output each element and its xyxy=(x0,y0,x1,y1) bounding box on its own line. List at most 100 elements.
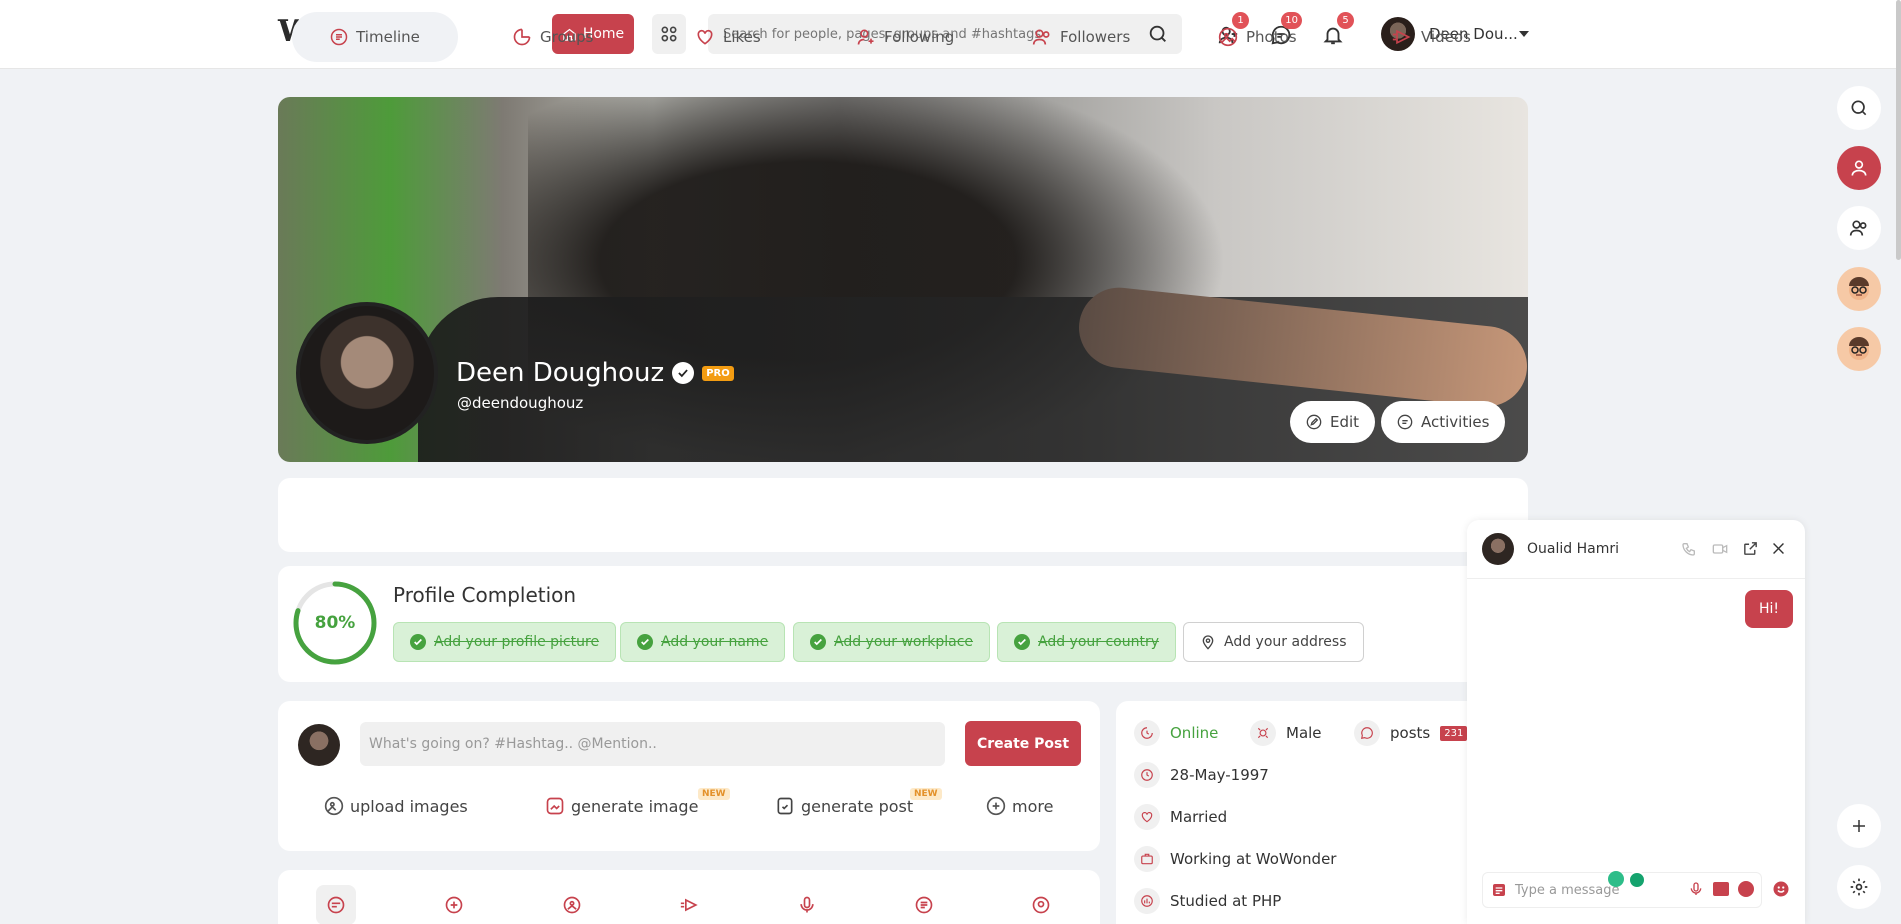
status-icon xyxy=(1134,720,1160,746)
users-icon xyxy=(1032,27,1052,47)
relationship-text: Married xyxy=(1170,808,1228,826)
emoji-helper-icon[interactable] xyxy=(1608,871,1624,887)
rail-search-button[interactable] xyxy=(1837,86,1881,130)
page-scrollbar[interactable] xyxy=(1896,0,1901,260)
tab-timeline[interactable]: Timeline xyxy=(292,12,458,62)
chat-contact-name[interactable]: Oualid Hamri xyxy=(1527,541,1619,557)
search-icon[interactable] xyxy=(1147,23,1169,45)
completion-item-country[interactable]: Add your country xyxy=(997,622,1177,662)
color-picker-icon[interactable] xyxy=(1738,881,1754,897)
chat-message-bubble: Hi! xyxy=(1745,590,1794,628)
close-icon[interactable] xyxy=(1770,540,1787,557)
filter-location-icon[interactable] xyxy=(1021,885,1061,924)
tab-label: Following xyxy=(884,28,955,46)
tab-likes[interactable]: Likes xyxy=(681,12,775,62)
work-text: Working at WoWonder xyxy=(1170,850,1337,868)
plus-circle-icon xyxy=(986,796,1006,816)
tab-groups[interactable]: Groups xyxy=(498,12,607,62)
more-button[interactable]: more xyxy=(986,796,1053,816)
chevron-down-icon[interactable] xyxy=(1519,31,1529,37)
generate-post-button[interactable]: generate post xyxy=(775,796,913,816)
tab-label: Followers xyxy=(1060,28,1131,46)
tab-followers[interactable]: Followers xyxy=(1018,12,1144,62)
info-status: Online xyxy=(1134,720,1218,746)
ai-post-icon xyxy=(775,796,795,816)
edit-button[interactable]: Edit xyxy=(1290,401,1376,443)
tab-label: Timeline xyxy=(356,28,420,46)
filter-photos-icon[interactable] xyxy=(552,885,592,924)
check-icon xyxy=(810,634,826,650)
activities-button[interactable]: Activities xyxy=(1381,401,1506,443)
completion-item-name[interactable]: Add your name xyxy=(620,622,786,662)
gif-icon[interactable] xyxy=(1713,882,1729,896)
tab-photos[interactable]: Photos xyxy=(1204,12,1311,62)
filter-text-icon[interactable] xyxy=(434,885,474,924)
completion-item-workplace[interactable]: Add your workplace xyxy=(793,622,991,662)
tab-videos[interactable]: Videos xyxy=(1377,12,1485,62)
edit-icon xyxy=(1306,414,1322,430)
tab-label: Videos xyxy=(1421,28,1471,46)
avatar-face-icon xyxy=(1844,334,1874,364)
filter-all-icon[interactable] xyxy=(316,885,356,924)
create-post-button[interactable]: Create Post xyxy=(965,721,1081,766)
chat-input-placeholder: Type a message xyxy=(1515,882,1620,898)
microphone-icon[interactable] xyxy=(1688,881,1704,897)
profile-name-row: Deen Doughouz PRO xyxy=(456,358,734,388)
profile-avatar[interactable] xyxy=(296,302,438,444)
user-icon xyxy=(1849,158,1869,178)
video-call-icon[interactable] xyxy=(1712,541,1728,557)
phone-icon[interactable] xyxy=(1681,541,1697,557)
rail-contact-avatar[interactable] xyxy=(1837,327,1881,371)
rail-settings-button[interactable] xyxy=(1837,865,1881,909)
filter-audio-icon[interactable] xyxy=(787,885,827,924)
rail-add-button[interactable] xyxy=(1837,804,1881,848)
chat-window xyxy=(1467,520,1805,924)
rail-contact-avatar[interactable] xyxy=(1837,267,1881,311)
activities-label: Activities xyxy=(1421,413,1490,431)
completion-item-label: Add your country xyxy=(1038,634,1160,650)
completion-item-address[interactable]: Add your address xyxy=(1183,622,1364,662)
completion-item-label: Add your workplace xyxy=(834,634,974,650)
action-label: upload images xyxy=(350,796,468,816)
chat-divider xyxy=(1467,578,1805,579)
upload-images-button[interactable]: upload images xyxy=(324,796,468,816)
sticker-icon xyxy=(1491,882,1507,898)
completion-item-label: Add your address xyxy=(1224,634,1347,650)
emoji-icon[interactable] xyxy=(1772,880,1790,898)
check-icon xyxy=(637,634,653,650)
action-label: generate image xyxy=(571,796,699,816)
gender-icon xyxy=(1250,720,1276,746)
filter-files-icon[interactable] xyxy=(904,885,944,924)
post-input[interactable]: What's going on? #Hashtag.. @Mention.. xyxy=(360,722,945,766)
school-icon xyxy=(1134,888,1160,914)
tab-following[interactable]: Following xyxy=(842,12,968,62)
avatar-face-icon xyxy=(1844,274,1874,304)
completion-item-profile-picture[interactable]: Add your profile picture xyxy=(393,622,617,662)
profile-name: Deen Doughouz xyxy=(456,358,665,388)
generate-image-button[interactable]: generate image xyxy=(545,796,698,816)
action-label: more xyxy=(1012,796,1054,816)
plus-icon xyxy=(1850,817,1868,835)
ai-image-icon xyxy=(545,796,565,816)
timeline-icon xyxy=(330,28,348,46)
notifications-button[interactable]: 5 xyxy=(1320,12,1354,48)
birthday-text: 28-May-1997 xyxy=(1170,766,1269,784)
filter-videos-icon[interactable] xyxy=(670,885,710,924)
profile-tabs xyxy=(278,478,1528,552)
posts-count-badge: 231 xyxy=(1440,725,1468,741)
groups-icon xyxy=(512,27,532,47)
heart-icon xyxy=(1134,804,1160,830)
calendar-icon xyxy=(1134,762,1160,788)
new-badge: NEW xyxy=(698,788,730,800)
tab-label: Likes xyxy=(723,28,761,46)
chat-avatar[interactable] xyxy=(1482,533,1514,565)
grammar-assistant-icon[interactable] xyxy=(1628,871,1646,889)
rail-profile-button[interactable] xyxy=(1837,146,1881,190)
completion-title: Profile Completion xyxy=(393,583,577,607)
user-follow-icon xyxy=(856,27,876,47)
info-posts[interactable]: posts 231 xyxy=(1354,720,1468,746)
rail-groups-button[interactable] xyxy=(1837,206,1881,250)
expand-icon[interactable] xyxy=(1742,540,1759,557)
search-icon xyxy=(1849,98,1869,118)
info-work: Working at WoWonder xyxy=(1134,846,1336,872)
